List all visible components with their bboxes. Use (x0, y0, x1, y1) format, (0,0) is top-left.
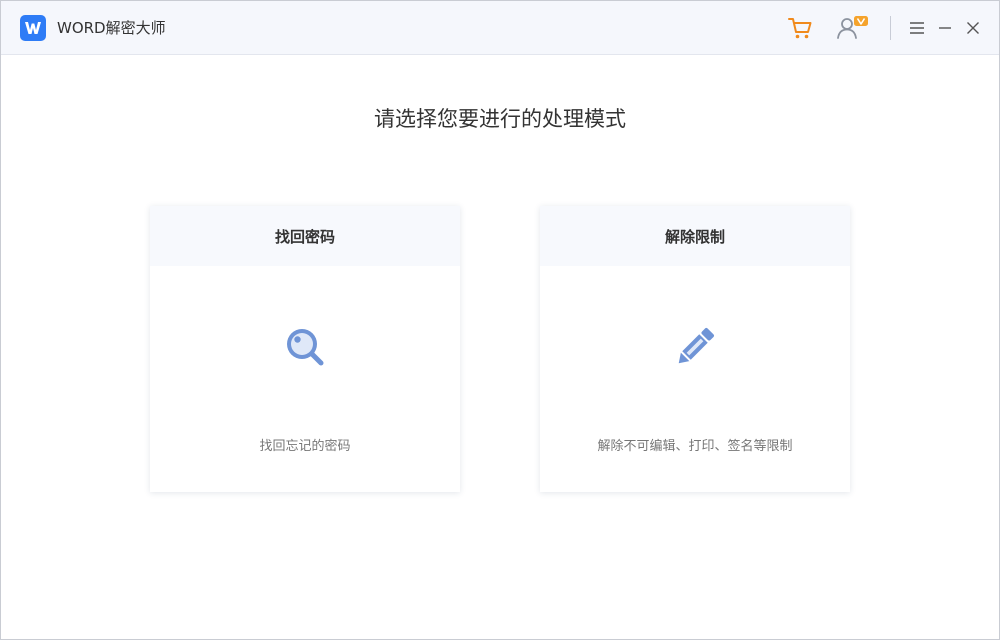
card-description: 解除不可编辑、打印、签名等限制 (597, 439, 793, 454)
close-button[interactable] (962, 17, 984, 39)
menu-icon (910, 22, 924, 34)
user-account-button[interactable] (833, 13, 873, 43)
magnifier-icon (281, 323, 329, 371)
app-logo (20, 15, 46, 41)
titlebar-divider (890, 16, 891, 40)
minimize-button[interactable] (934, 17, 956, 39)
recover-password-card[interactable]: 找回密码 找回忘记的密码 (150, 206, 460, 492)
close-icon (967, 22, 979, 34)
menu-button[interactable] (906, 17, 928, 39)
card-title: 解除限制 (540, 206, 850, 266)
remove-restrictions-card[interactable]: 解除限制 解除不可编辑、打印、签名等限制 (540, 206, 850, 492)
page-heading: 请选择您要进行的处理模式 (374, 107, 626, 131)
minimize-icon (939, 27, 951, 29)
title-bar[interactable]: WORD解密大师 (1, 1, 999, 55)
app-title: WORD解密大师 (57, 19, 166, 37)
cart-icon (788, 18, 812, 39)
cart-button[interactable] (785, 13, 815, 43)
card-title: 找回密码 (150, 206, 460, 266)
app-window: WORD解密大师 请选择您要进行的处理模式 找回密码 找回忘记的密码 解除限制 … (0, 0, 1000, 640)
user-vip-icon (837, 16, 868, 39)
pencil-icon (671, 323, 719, 371)
word-logo-icon (25, 22, 41, 34)
card-description: 找回忘记的密码 (259, 439, 351, 454)
